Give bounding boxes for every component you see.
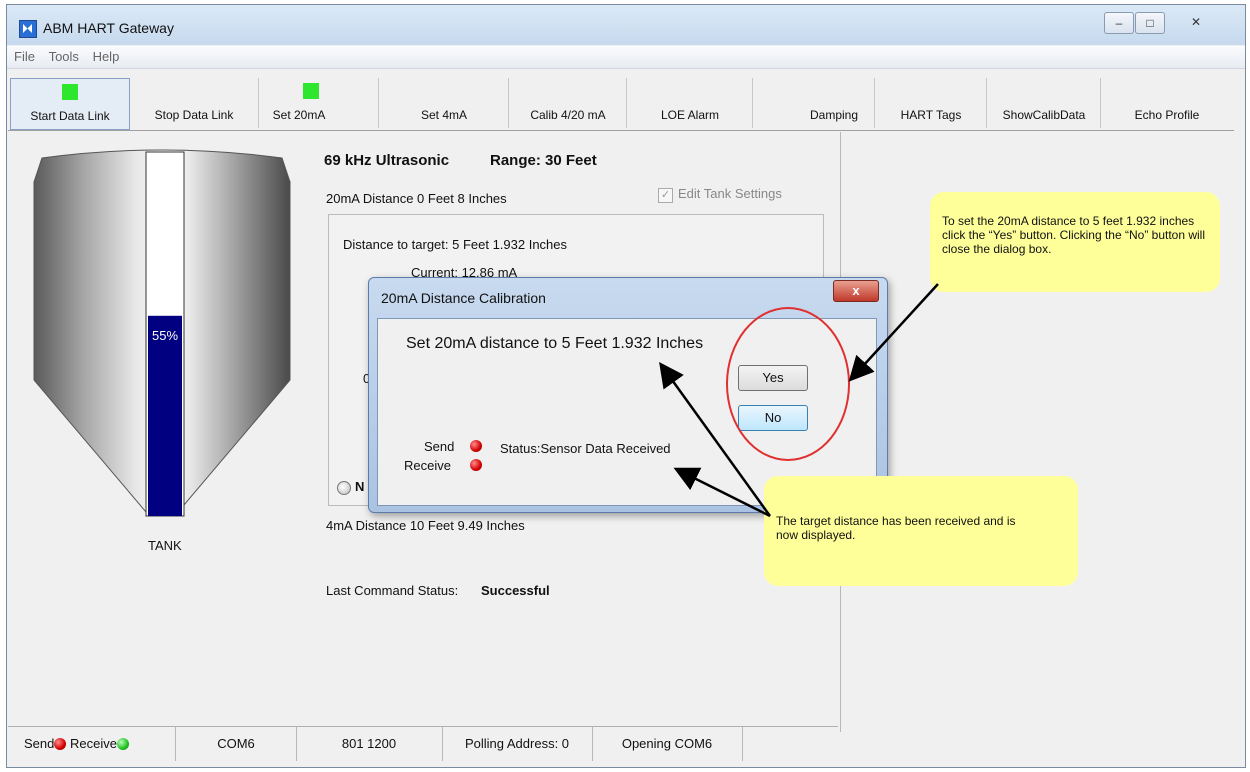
arrow-to-yes: [848, 283, 939, 382]
arrow-to-status: [673, 467, 771, 518]
arrow-to-message: [659, 361, 772, 517]
annotation-arrows: [659, 283, 939, 518]
